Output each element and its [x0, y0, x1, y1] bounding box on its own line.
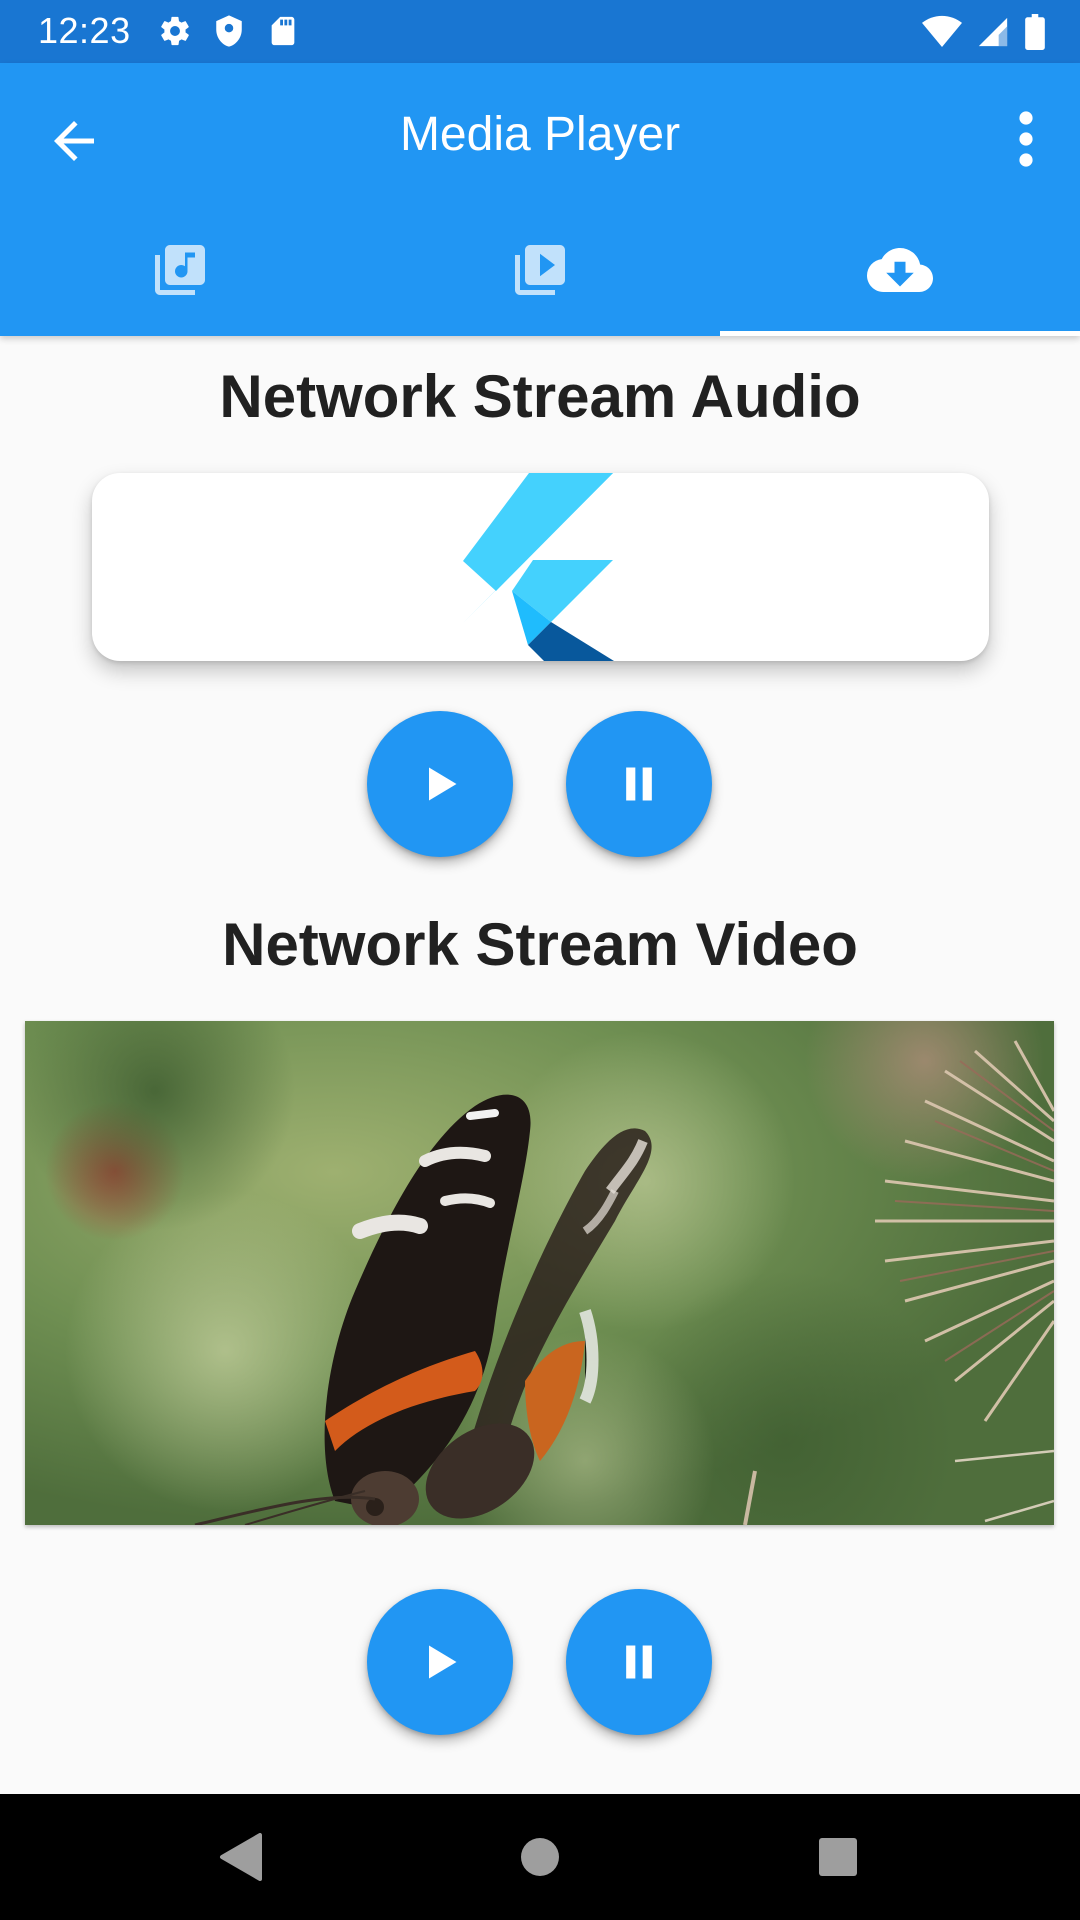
- audio-section-title: Network Stream Audio: [219, 363, 861, 430]
- play-icon: [429, 1645, 457, 1679]
- nav-home-button[interactable]: [510, 1827, 570, 1887]
- app-title: Media Player: [399, 108, 681, 161]
- sd-card-icon: [266, 14, 300, 53]
- system-nav-bar: [0, 1794, 1080, 1920]
- video-library-icon: [515, 244, 565, 295]
- battery-icon: [1024, 14, 1046, 55]
- tab-local-audio[interactable]: [0, 203, 360, 336]
- app-bar: Media Player: [0, 63, 1080, 336]
- wifi-icon: [922, 15, 962, 54]
- home-circle-icon: [521, 1838, 559, 1876]
- back-triangle-icon: [220, 1833, 262, 1881]
- status-time: 12:23: [38, 10, 131, 51]
- library-music-icon: [155, 244, 205, 295]
- shield-icon: [212, 14, 246, 53]
- video-section-title: Network Stream Video: [222, 911, 858, 978]
- nav-recents-button[interactable]: [808, 1827, 868, 1887]
- tab-network-stream[interactable]: [720, 203, 1080, 336]
- status-bar: 12:23: [0, 0, 1080, 63]
- video-pause-button[interactable]: [566, 1589, 712, 1735]
- nav-back-button[interactable]: [210, 1827, 270, 1887]
- audio-play-button[interactable]: [367, 711, 513, 857]
- video-player[interactable]: [25, 1021, 1054, 1525]
- video-play-button[interactable]: [367, 1589, 513, 1735]
- audio-artwork-card: [92, 473, 989, 661]
- more-vert-icon: [1019, 111, 1033, 167]
- pause-icon: [626, 767, 652, 801]
- flutter-logo: [463, 473, 614, 661]
- recents-square-icon: [819, 1838, 857, 1876]
- tab-bar: [0, 203, 1080, 336]
- play-icon: [429, 767, 457, 801]
- cell-signal-icon: [976, 15, 1010, 54]
- cloud-download-icon: [867, 247, 933, 292]
- tab-local-video[interactable]: [360, 203, 720, 336]
- audio-pause-button[interactable]: [566, 711, 712, 857]
- butterfly-video-thumbnail: [25, 1021, 1054, 1525]
- more-options-button[interactable]: [1006, 109, 1046, 169]
- gear-icon: [158, 14, 192, 53]
- pause-icon: [626, 1645, 652, 1679]
